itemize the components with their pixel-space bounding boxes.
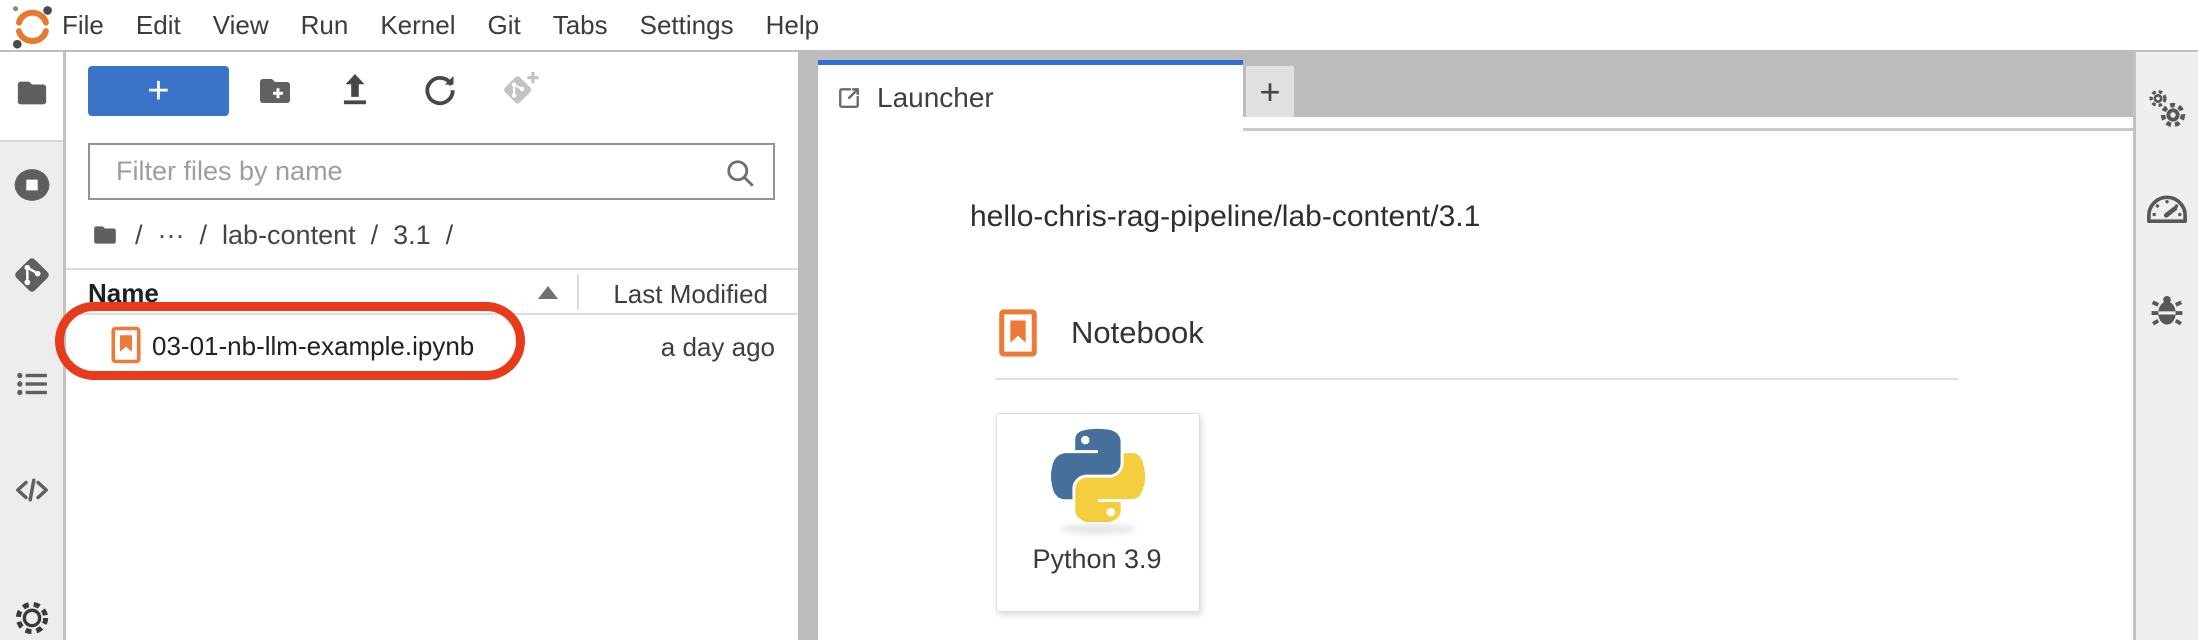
list-icon xyxy=(13,367,51,401)
sidebar-item-settings[interactable] xyxy=(0,596,63,640)
tab-launcher-label: Launcher xyxy=(877,82,994,113)
breadcrumb-item-lab-content[interactable]: lab-content xyxy=(222,220,356,251)
new-launcher-button[interactable]: + xyxy=(88,66,229,116)
sort-ascending-icon xyxy=(538,286,558,299)
menu-run[interactable]: Run xyxy=(285,10,365,41)
right-sidebar-rail xyxy=(2133,52,2198,640)
column-header-last-modified[interactable]: Last Modified xyxy=(613,279,768,310)
folder-icon xyxy=(13,76,51,110)
menu-help[interactable]: Help xyxy=(750,10,835,41)
sidebar-item-file-browser[interactable] xyxy=(0,76,63,110)
menu-git[interactable]: Git xyxy=(471,10,536,41)
gear-icon xyxy=(12,596,52,640)
upload-button[interactable] xyxy=(333,67,377,111)
launcher-cwd-heading: hello-chris-rag-pipeline/lab-content/3.1 xyxy=(970,200,1481,233)
breadcrumb-separator: / xyxy=(445,219,454,250)
launcher-section-notebook: Notebook xyxy=(995,307,1204,359)
upload-icon xyxy=(336,69,374,109)
jupyterlab-window: File Edit View Run Kernel Git Tabs Setti… xyxy=(0,0,2198,640)
new-folder-icon xyxy=(255,73,295,109)
breadcrumb-separator: / xyxy=(370,219,379,250)
menu-edit[interactable]: Edit xyxy=(120,10,197,41)
sidebar-item-property-inspector[interactable] xyxy=(2136,85,2198,133)
sidebar-item-code-snippets[interactable] xyxy=(0,472,63,508)
panel-splitter[interactable] xyxy=(798,52,818,640)
sidebar-item-running-kernels[interactable] xyxy=(0,166,63,204)
git-clone-button[interactable] xyxy=(498,67,542,111)
main-dock-panel: Launcher + hello-chris-rag-pipeline/lab-… xyxy=(818,52,2133,640)
filter-files-input[interactable] xyxy=(88,143,775,200)
breadcrumb-ellipsis[interactable]: ··· xyxy=(158,220,185,251)
section-title: Notebook xyxy=(1071,315,1204,350)
python-card-label: Python 3.9 xyxy=(1032,544,1162,574)
menu-view[interactable]: View xyxy=(197,10,285,41)
bug-icon xyxy=(2146,290,2188,332)
section-divider xyxy=(995,378,1958,380)
sidebar-item-resource-usage[interactable] xyxy=(2136,184,2198,226)
git-clone-icon xyxy=(499,68,541,110)
notebook-section-icon xyxy=(995,307,1041,359)
breadcrumb: / ··· / lab-content / 3.1 / xyxy=(90,216,453,254)
stop-circle-icon xyxy=(10,166,54,204)
new-tab-button[interactable]: + xyxy=(1246,66,1294,117)
column-divider xyxy=(577,274,579,310)
search-icon xyxy=(722,155,758,191)
breadcrumb-item-3-1[interactable]: 3.1 xyxy=(393,220,431,251)
new-folder-button[interactable] xyxy=(253,69,297,113)
file-last-modified: a day ago xyxy=(660,332,775,362)
gauge-icon xyxy=(2144,184,2190,226)
menu-items: File Edit View Run Kernel Git Tabs Setti… xyxy=(46,0,835,50)
sidebar-item-git[interactable] xyxy=(0,255,63,295)
menu-settings[interactable]: Settings xyxy=(624,10,750,41)
code-icon xyxy=(12,472,52,508)
breadcrumb-home-folder-icon[interactable] xyxy=(90,222,120,248)
refresh-button[interactable] xyxy=(418,67,462,111)
tab-launcher[interactable]: Launcher xyxy=(818,60,1243,131)
breadcrumb-separator: / xyxy=(199,219,208,250)
menu-file[interactable]: File xyxy=(46,10,120,41)
menu-bar: File Edit View Run Kernel Git Tabs Setti… xyxy=(0,0,2198,52)
notebook-file-icon xyxy=(108,325,144,365)
sidebar-item-table-of-contents[interactable] xyxy=(0,367,63,401)
breadcrumb-separator: / xyxy=(135,219,143,250)
file-name: 03-01-nb-llm-example.ipynb xyxy=(152,331,475,361)
file-row-notebook[interactable]: 03-01-nb-llm-example.ipynb a day ago xyxy=(66,315,798,375)
refresh-icon xyxy=(421,69,459,109)
double-gear-icon xyxy=(2143,85,2191,133)
launcher-icon xyxy=(834,83,864,113)
column-header-name[interactable]: Name xyxy=(88,278,159,309)
python-logo-icon xyxy=(1051,428,1145,522)
launcher-card-python[interactable]: Python 3.9 xyxy=(996,413,1200,612)
file-list-header: Name Last Modified xyxy=(66,268,798,315)
menu-tabs[interactable]: Tabs xyxy=(537,10,624,41)
git-icon xyxy=(12,255,52,295)
python-logo-shadow xyxy=(1060,524,1136,534)
sidebar-item-debugger[interactable] xyxy=(2136,290,2198,332)
menu-kernel[interactable]: Kernel xyxy=(364,10,471,41)
